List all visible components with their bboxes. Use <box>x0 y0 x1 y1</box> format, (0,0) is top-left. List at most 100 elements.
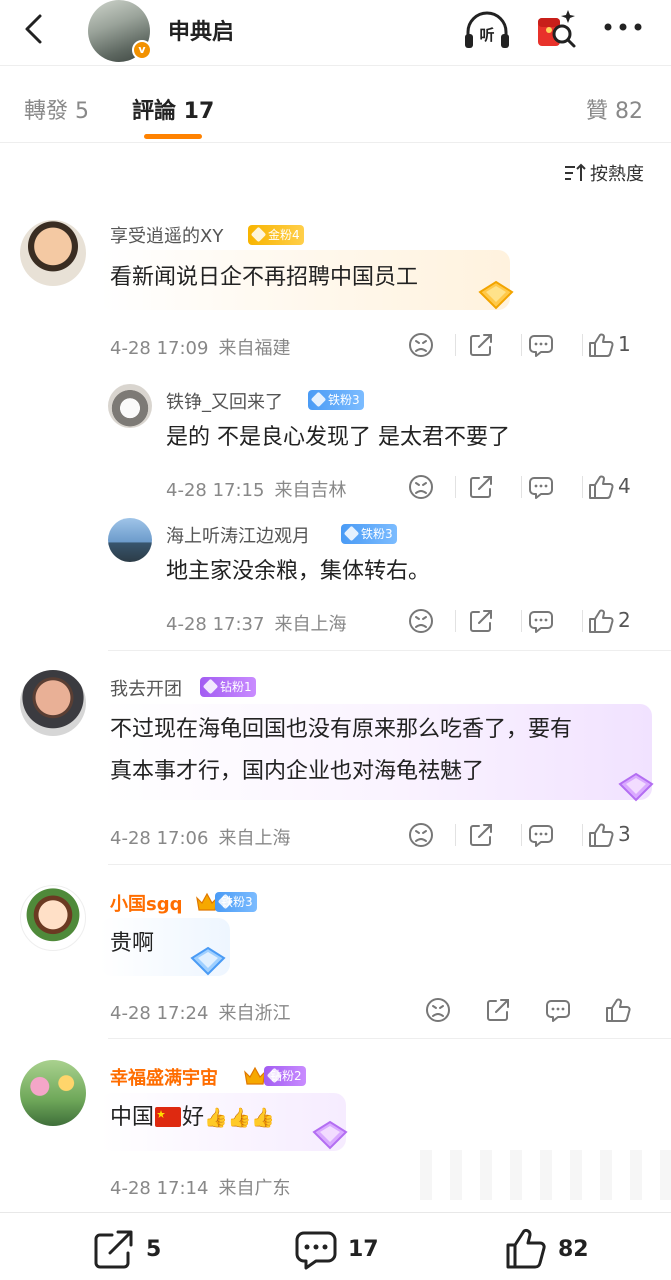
comment-text-part-1: 中国 <box>110 1105 155 1130</box>
avatar[interactable] <box>108 518 152 562</box>
purple-gem-decoration-icon <box>312 1120 348 1150</box>
comment-text-part-2: 好 <box>182 1105 205 1130</box>
tab-comments[interactable]: 評論 17 <box>132 93 214 125</box>
verified-badge: v <box>132 40 152 60</box>
comment-username[interactable]: 幸福盛满宇宙 <box>110 1064 218 1090</box>
like-icon[interactable] <box>588 822 614 848</box>
sort-by-hot-button[interactable]: 按熱度 <box>564 160 644 186</box>
comment-icon <box>295 1231 337 1270</box>
like-count: 4 <box>618 474 631 498</box>
author-name[interactable]: 申典启 <box>168 14 234 46</box>
action-separator <box>455 476 456 498</box>
dislike-icon[interactable] <box>408 474 434 500</box>
like-icon[interactable] <box>588 474 614 500</box>
comment-text-line-2: 真本事才行，国内企业也对海龟祛魅了 <box>110 759 485 784</box>
comment-text: 地主家没余粮，集体转右。 <box>166 559 431 584</box>
share-icon[interactable] <box>485 997 511 1023</box>
like-button[interactable]: 82 <box>504 1227 589 1271</box>
comment-time: 4-28 17:37 <box>166 614 265 635</box>
comment-username[interactable]: 小国sgq <box>110 890 182 916</box>
fan-badge[interactable]: 铁粉3 <box>341 524 397 544</box>
purple-gem-decoration-icon <box>618 772 654 802</box>
fan-badge[interactable]: 钻粉2 <box>264 1066 306 1086</box>
red-packet-search-icon[interactable] <box>532 6 578 52</box>
reply-icon[interactable] <box>545 997 571 1023</box>
comment-username[interactable]: 海上听涛江边观月 <box>166 522 310 548</box>
active-tab-indicator <box>144 134 202 139</box>
like-icon[interactable] <box>605 997 631 1023</box>
like-count: 3 <box>618 822 631 846</box>
dislike-icon[interactable] <box>408 332 434 358</box>
china-flag-icon <box>155 1107 182 1127</box>
avatar[interactable] <box>20 885 86 951</box>
share-icon[interactable] <box>468 332 494 358</box>
action-separator <box>455 334 456 356</box>
back-arrow-icon[interactable] <box>18 12 52 46</box>
like-icon[interactable] <box>588 608 614 634</box>
listen-headphones-icon[interactable]: 听 <box>462 8 512 52</box>
fan-badge[interactable]: 金粉4 <box>248 225 304 245</box>
repost-icon <box>94 1230 133 1269</box>
like-count: 2 <box>618 608 631 632</box>
author-avatar[interactable]: v <box>88 0 152 62</box>
fan-badge[interactable]: 铁粉3 <box>215 892 257 912</box>
tab-bar: 轉發 5 評論 17 贊 82 <box>0 67 671 143</box>
bottom-action-bar: 5 17 82 <box>0 1212 671 1280</box>
comment-meta: 4-28 17:06 来自上海 <box>110 824 290 850</box>
like-count: 1 <box>618 332 631 356</box>
comment-text: 中国 好👍👍👍 <box>110 1096 275 1140</box>
reply-icon[interactable] <box>528 474 554 500</box>
share-icon[interactable] <box>468 474 494 500</box>
tab-repost[interactable]: 轉發 5 <box>24 93 89 125</box>
comment-location: 来自吉林 <box>274 480 347 501</box>
action-separator <box>521 476 522 498</box>
reply-icon[interactable] <box>528 822 554 848</box>
comment-text: 贵啊 <box>110 931 155 956</box>
comment-meta: 4-28 17:15 来自吉林 <box>166 476 346 502</box>
action-separator <box>582 610 583 632</box>
reply-icon[interactable] <box>528 608 554 634</box>
action-separator <box>455 824 456 846</box>
comment-location: 来自上海 <box>274 614 347 635</box>
avatar[interactable] <box>108 384 152 428</box>
share-icon[interactable] <box>468 608 494 634</box>
sort-label: 按熱度 <box>590 164 644 185</box>
comment-username[interactable]: 享受逍遥的XY <box>110 222 223 248</box>
comment-text-line-1: 不过现在海龟回国也没有原来那么吃香了，要有 <box>110 717 573 742</box>
tab-likes[interactable]: 贊 82 <box>586 93 643 125</box>
avatar[interactable] <box>20 1060 86 1126</box>
listen-label: 听 <box>479 26 494 44</box>
dislike-icon[interactable] <box>408 822 434 848</box>
gold-gem-decoration-icon <box>478 280 514 310</box>
blue-gem-decoration-icon <box>190 946 226 976</box>
action-separator <box>582 476 583 498</box>
comment-button[interactable]: 17 <box>294 1227 379 1271</box>
comment-username[interactable]: 铁铮_又回来了 <box>166 388 283 414</box>
dislike-icon[interactable] <box>408 608 434 634</box>
comment-location: 来自浙江 <box>218 1003 291 1024</box>
divider <box>108 1038 671 1039</box>
comment-location: 来自福建 <box>218 338 291 359</box>
fan-badge[interactable]: 钻粉1 <box>200 677 256 697</box>
reply-icon[interactable] <box>528 332 554 358</box>
like-icon <box>506 1228 546 1269</box>
like-count: 82 <box>558 1236 589 1262</box>
comment-time: 4-28 17:09 <box>110 338 209 359</box>
more-dots-icon[interactable] <box>600 12 646 42</box>
share-icon[interactable] <box>468 822 494 848</box>
comment-time: 4-28 17:15 <box>166 480 265 501</box>
repost-button[interactable]: 5 <box>92 1227 161 1271</box>
action-separator <box>582 334 583 356</box>
comment-text: 看新闻说日企不再招聘中国员工 <box>110 265 419 290</box>
avatar[interactable] <box>20 670 86 736</box>
action-separator <box>455 610 456 632</box>
divider <box>108 650 671 651</box>
fan-badge[interactable]: 铁粉3 <box>308 390 364 410</box>
avatar[interactable] <box>20 220 86 286</box>
action-separator <box>521 824 522 846</box>
repost-count: 5 <box>146 1236 162 1262</box>
comment-username[interactable]: 我去开团 <box>110 675 182 701</box>
comment-meta: 4-28 17:09 来自福建 <box>110 334 290 360</box>
like-icon[interactable] <box>588 332 614 358</box>
dislike-icon[interactable] <box>425 997 451 1023</box>
